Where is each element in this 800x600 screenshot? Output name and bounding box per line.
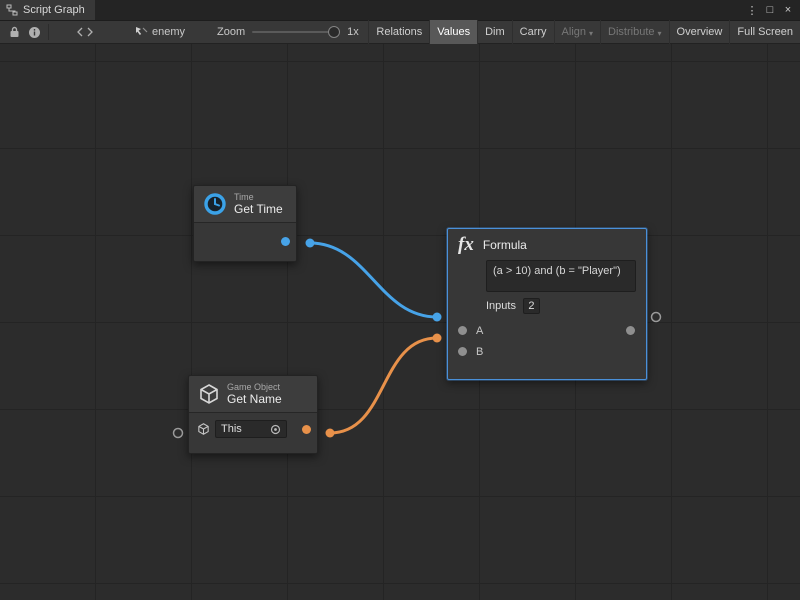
wire-getname-to-formula[interactable] [330,338,437,433]
zoom-group: Zoom 1x [217,26,359,38]
zoom-label: Zoom [217,26,245,38]
script-graph-window: Script Graph ⋮ □ × [0,0,800,600]
node-formula-header[interactable]: fx Formula [448,229,646,258]
full-screen-button[interactable]: Full Screen [729,20,800,44]
align-button[interactable]: Align ▾ [554,20,600,44]
port-label-b: B [476,346,483,358]
inputs-count-field[interactable]: 2 [523,298,540,314]
zoom-slider[interactable] [252,26,340,38]
tab-script-graph[interactable]: Script Graph [0,0,95,20]
toolbar-separator [48,24,49,40]
node-formula[interactable]: fx Formula (a > 10) and (b = "Player") I… [447,228,647,380]
node-get-time-header[interactable]: Time Get Time [194,186,296,223]
node-get-name-footer [189,445,317,453]
node-title: Get Name [227,393,282,406]
info-icon[interactable] [24,21,44,43]
pointer-icon [135,26,148,38]
toolbar-buttons: Relations Values Dim Carry Align ▾ Distr… [368,20,800,44]
cube-icon [198,382,220,406]
output-port[interactable] [302,425,311,434]
window-menu-icon[interactable]: ⋮ [744,2,760,18]
wire-endpoint[interactable] [326,429,335,438]
wire-time-to-formula[interactable] [310,243,437,317]
inputs-label: Inputs [486,300,516,312]
close-icon[interactable]: × [780,2,796,18]
zoom-value: 1x [347,26,359,38]
node-get-name-body: This [189,413,317,445]
port-row-b: B [448,341,646,362]
graph-target-label: enemy [152,26,185,38]
target-object-field[interactable]: This [215,420,287,438]
graph-toolbar: enemy Zoom 1x Relations Values Dim Carry [0,20,800,44]
formula-expression-field[interactable]: (a > 10) and (b = "Player") [486,260,636,292]
script-graph-icon [6,4,18,16]
chevron-down-icon: ▾ [658,29,662,38]
relations-button[interactable]: Relations [368,20,429,44]
lock-icon[interactable] [4,21,24,43]
clock-icon [203,192,227,216]
target-object-value: This [221,423,242,435]
chevron-down-icon: ▾ [589,29,593,38]
code-icon[interactable] [75,21,95,43]
output-port[interactable] [626,326,635,335]
overview-button[interactable]: Overview [669,20,730,44]
node-get-time-body [194,223,296,261]
graph-canvas[interactable]: Time Get Time fx Formula (a > 10) and (b… [0,44,800,600]
object-picker-icon[interactable] [270,424,281,435]
zoom-slider-handle[interactable] [328,26,340,38]
port-row-a: A [448,320,646,341]
node-title: Get Time [234,203,283,216]
distribute-button[interactable]: Distribute ▾ [600,20,668,44]
tab-title: Script Graph [23,4,85,16]
formula-inputs-row: Inputs 2 [486,298,638,314]
window-controls: ⋮ □ × [744,2,800,18]
title-bar: Script Graph ⋮ □ × [0,0,800,20]
node-get-name-header[interactable]: Game Object Get Name [189,376,317,413]
wire-endpoint[interactable] [433,313,442,322]
graph-target-group[interactable]: enemy [135,26,185,38]
node-title: Formula [483,238,527,252]
unconnected-output-ring[interactable] [652,313,661,322]
port-label-a: A [476,325,483,337]
input-port-a[interactable] [458,326,467,335]
node-get-time[interactable]: Time Get Time [193,185,297,262]
zoom-slider-track [252,31,340,33]
cube-icon [197,422,210,436]
values-button[interactable]: Values [429,20,477,44]
carry-button[interactable]: Carry [512,20,554,44]
node-get-name[interactable]: Game Object Get Name This [188,375,318,454]
dim-button[interactable]: Dim [477,20,512,44]
wire-endpoint[interactable] [306,239,315,248]
wire-endpoint[interactable] [433,334,442,343]
formula-icon: fx [458,236,474,254]
wires-layer [0,44,800,598]
input-port-b[interactable] [458,347,467,356]
maximize-icon[interactable]: □ [762,2,778,18]
output-port[interactable] [281,237,290,246]
unconnected-input-ring[interactable] [174,429,183,438]
